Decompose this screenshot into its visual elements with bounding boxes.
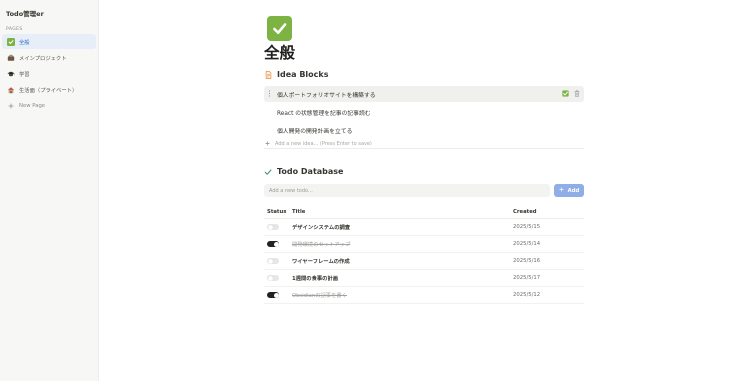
- todo-title[interactable]: 開発環境のセットアップ: [292, 240, 350, 248]
- graduation-cap-icon: [7, 70, 15, 78]
- todo-title[interactable]: デザインシステムの調査: [292, 223, 350, 231]
- pages-section-label: PAGES: [6, 27, 23, 32]
- table-row: ワイヤーフレームの作成 2025/5/16: [264, 253, 584, 270]
- sidebar-item-label: 学習: [19, 71, 30, 78]
- table-row: Obsidianの記事を書く 2025/5/12: [264, 287, 584, 304]
- table-header: Status Title Created: [264, 205, 584, 219]
- sidebar-item-main-project[interactable]: メインプロジェクト: [2, 50, 96, 65]
- todo-database-heading: Todo Database: [264, 167, 343, 176]
- idea-actions: [562, 90, 580, 99]
- status-toggle[interactable]: [267, 224, 279, 230]
- sidebar-item-study[interactable]: 学習: [2, 66, 96, 81]
- todo-database-title: Todo Database: [277, 167, 344, 176]
- add-idea-placeholder: Add a new idea... (Press Enter to save): [275, 141, 372, 147]
- idea-block[interactable]: 個人開発の開発計画を立てる: [264, 122, 584, 138]
- todo-created-date: 2025/5/15: [513, 224, 541, 230]
- page-nav: 全般 メインプロジェクト 学習 生活面（プライベート） New Page: [2, 34, 96, 115]
- sidebar-item-general[interactable]: 全般: [2, 34, 96, 49]
- todo-title[interactable]: Obsidianの記事を書く: [292, 291, 347, 299]
- table-row: 開発環境のセットアップ 2025/5/14: [264, 236, 584, 253]
- idea-blocks-title: Idea Blocks: [277, 70, 329, 79]
- title-column-header: Title: [292, 208, 306, 215]
- status-toggle[interactable]: [267, 258, 279, 264]
- toggle-switch[interactable]: [267, 258, 279, 264]
- status-column-header: Status: [267, 208, 287, 215]
- todo-created-date: 2025/5/14: [513, 241, 541, 247]
- plus-icon: [7, 102, 15, 110]
- sidebar: Todo管理er PAGES 全般 メインプロジェクト 学習 生活面（プライベー…: [0, 0, 99, 381]
- idea-block[interactable]: React の状態管理を記事の記事読む: [264, 104, 584, 120]
- todo-created-date: 2025/5/12: [513, 292, 541, 298]
- table-row: 1週間の食事の計画 2025/5/17: [264, 270, 584, 287]
- checkmark-icon: [264, 168, 272, 176]
- briefcase-icon: [7, 54, 15, 62]
- sidebar-item-label: メインプロジェクト: [19, 55, 67, 62]
- new-page-label: New Page: [19, 103, 46, 110]
- created-column-header: Created: [513, 208, 537, 215]
- trash-icon[interactable]: [574, 90, 580, 99]
- todo-table: Status Title Created デザインシステムの調査 2025/5/…: [264, 205, 584, 304]
- add-todo-button[interactable]: Add: [554, 184, 584, 197]
- idea-block[interactable]: 個人ポートフォリオサイトを構築する: [264, 86, 584, 102]
- todo-title[interactable]: 1週間の食事の計画: [292, 274, 338, 282]
- idea-text[interactable]: 個人ポートフォリオサイトを構築する: [277, 90, 376, 99]
- app-title: Todo管理er: [6, 10, 44, 18]
- status-toggle[interactable]: [267, 292, 279, 298]
- idea-text[interactable]: 個人開発の開発計画を立てる: [277, 126, 352, 135]
- sidebar-item-private-life[interactable]: 生活面（プライベート）: [2, 83, 96, 98]
- todo-title[interactable]: ワイヤーフレームの作成: [292, 257, 350, 265]
- idea-blocks-heading: Idea Blocks: [264, 70, 328, 79]
- add-idea-input[interactable]: Add a new idea... (Press Enter to save): [264, 140, 584, 149]
- todo-input-bar: Add: [264, 184, 584, 197]
- plus-icon: [559, 187, 564, 194]
- idea-text[interactable]: React の状態管理を記事の記事読む: [277, 108, 371, 117]
- status-toggle[interactable]: [267, 275, 279, 281]
- page-title[interactable]: 全般: [264, 41, 295, 63]
- drag-handle-icon[interactable]: [268, 90, 271, 97]
- check-box-icon[interactable]: [562, 90, 569, 99]
- new-page-button[interactable]: New Page: [2, 99, 96, 114]
- table-row: デザインシステムの調査 2025/5/15: [264, 219, 584, 236]
- check-box-icon: [7, 37, 15, 46]
- sidebar-item-label: 生活面（プライベート）: [19, 88, 78, 95]
- plus-icon: [265, 141, 270, 148]
- todo-created-date: 2025/5/17: [513, 275, 541, 281]
- status-toggle[interactable]: [267, 241, 279, 247]
- house-icon: [7, 86, 15, 94]
- main-content: 全般 Idea Blocks 個人ポートフォリオサイトを構築する React の…: [100, 0, 750, 381]
- todo-created-date: 2025/5/16: [513, 258, 541, 264]
- add-todo-label: Add: [567, 187, 580, 194]
- sidebar-item-label: 全般: [19, 39, 30, 46]
- check-box-icon[interactable]: [267, 16, 292, 41]
- new-todo-input[interactable]: [264, 184, 550, 197]
- toggle-switch[interactable]: [267, 275, 279, 281]
- toggle-switch[interactable]: [267, 292, 279, 298]
- toggle-switch[interactable]: [267, 241, 279, 247]
- idea-list: 個人ポートフォリオサイトを構築する React の状態管理を記事の記事読む 個人…: [264, 86, 584, 140]
- toggle-switch[interactable]: [267, 224, 279, 230]
- document-icon: [264, 70, 272, 79]
